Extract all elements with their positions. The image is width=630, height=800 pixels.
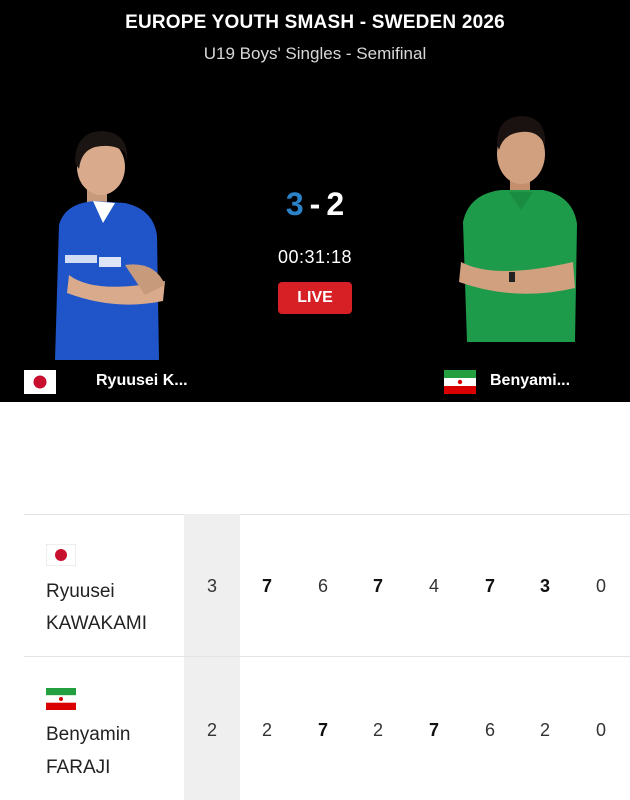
player2-game-2: 7 <box>317 720 328 740</box>
player2-game-7: 0 <box>595 720 606 740</box>
player1-first-name[interactable]: Ryuusei <box>46 581 115 603</box>
player1-game-2: 6 <box>317 576 328 596</box>
match-timer: 00:31:18 <box>277 247 353 267</box>
player1-game-6: 3 <box>539 576 550 596</box>
event-subtitle: U19 Boys' Singles - Semifinal <box>203 44 427 63</box>
player1-game-1: 7 <box>261 576 272 596</box>
score-player1: 3 <box>285 186 304 222</box>
iran-flag-icon <box>444 370 476 394</box>
score-player2: 2 <box>326 186 345 222</box>
japan-flag-icon <box>24 370 56 394</box>
player2-photo <box>459 116 577 342</box>
player2-game-4: 7 <box>428 720 439 740</box>
player1-game-5: 7 <box>484 576 495 596</box>
iran-flag-icon <box>46 688 76 710</box>
player2-short-name[interactable]: Benyami... <box>490 372 570 390</box>
player2-game-6: 2 <box>539 720 550 740</box>
score-separator: - <box>309 186 321 222</box>
player2-sets-won: 2 <box>206 720 217 740</box>
japan-flag-icon <box>46 544 76 566</box>
player1-game-7: 0 <box>595 576 606 596</box>
player1-sets-won: 3 <box>206 576 217 596</box>
live-badge[interactable]: LIVE <box>278 282 352 314</box>
player2-game-1: 2 <box>261 720 272 740</box>
player1-last-name[interactable]: KAWAKAMI <box>46 613 147 635</box>
match-score: 3-2 <box>230 186 400 223</box>
player2-game-3: 2 <box>372 720 383 740</box>
sets-column <box>184 514 240 800</box>
event-title: EUROPE YOUTH SMASH - SWEDEN 2026 <box>125 12 505 33</box>
player2-first-name[interactable]: Benyamin <box>46 724 131 746</box>
player1-short-name[interactable]: Ryuusei K... <box>96 372 188 390</box>
player1-game-4: 4 <box>428 576 439 596</box>
player2-game-5: 6 <box>484 720 495 740</box>
player1-photo <box>55 131 165 360</box>
player2-last-name[interactable]: FARAJI <box>46 757 110 779</box>
match-header: EUROPE YOUTH SMASH - SWEDEN 2026 U19 Boy… <box>0 0 630 402</box>
scoreboard-table: Ryuusei KAWAKAMI 3 7 6 7 4 7 3 0 Benyami… <box>24 514 630 800</box>
player1-game-3: 7 <box>372 576 383 596</box>
